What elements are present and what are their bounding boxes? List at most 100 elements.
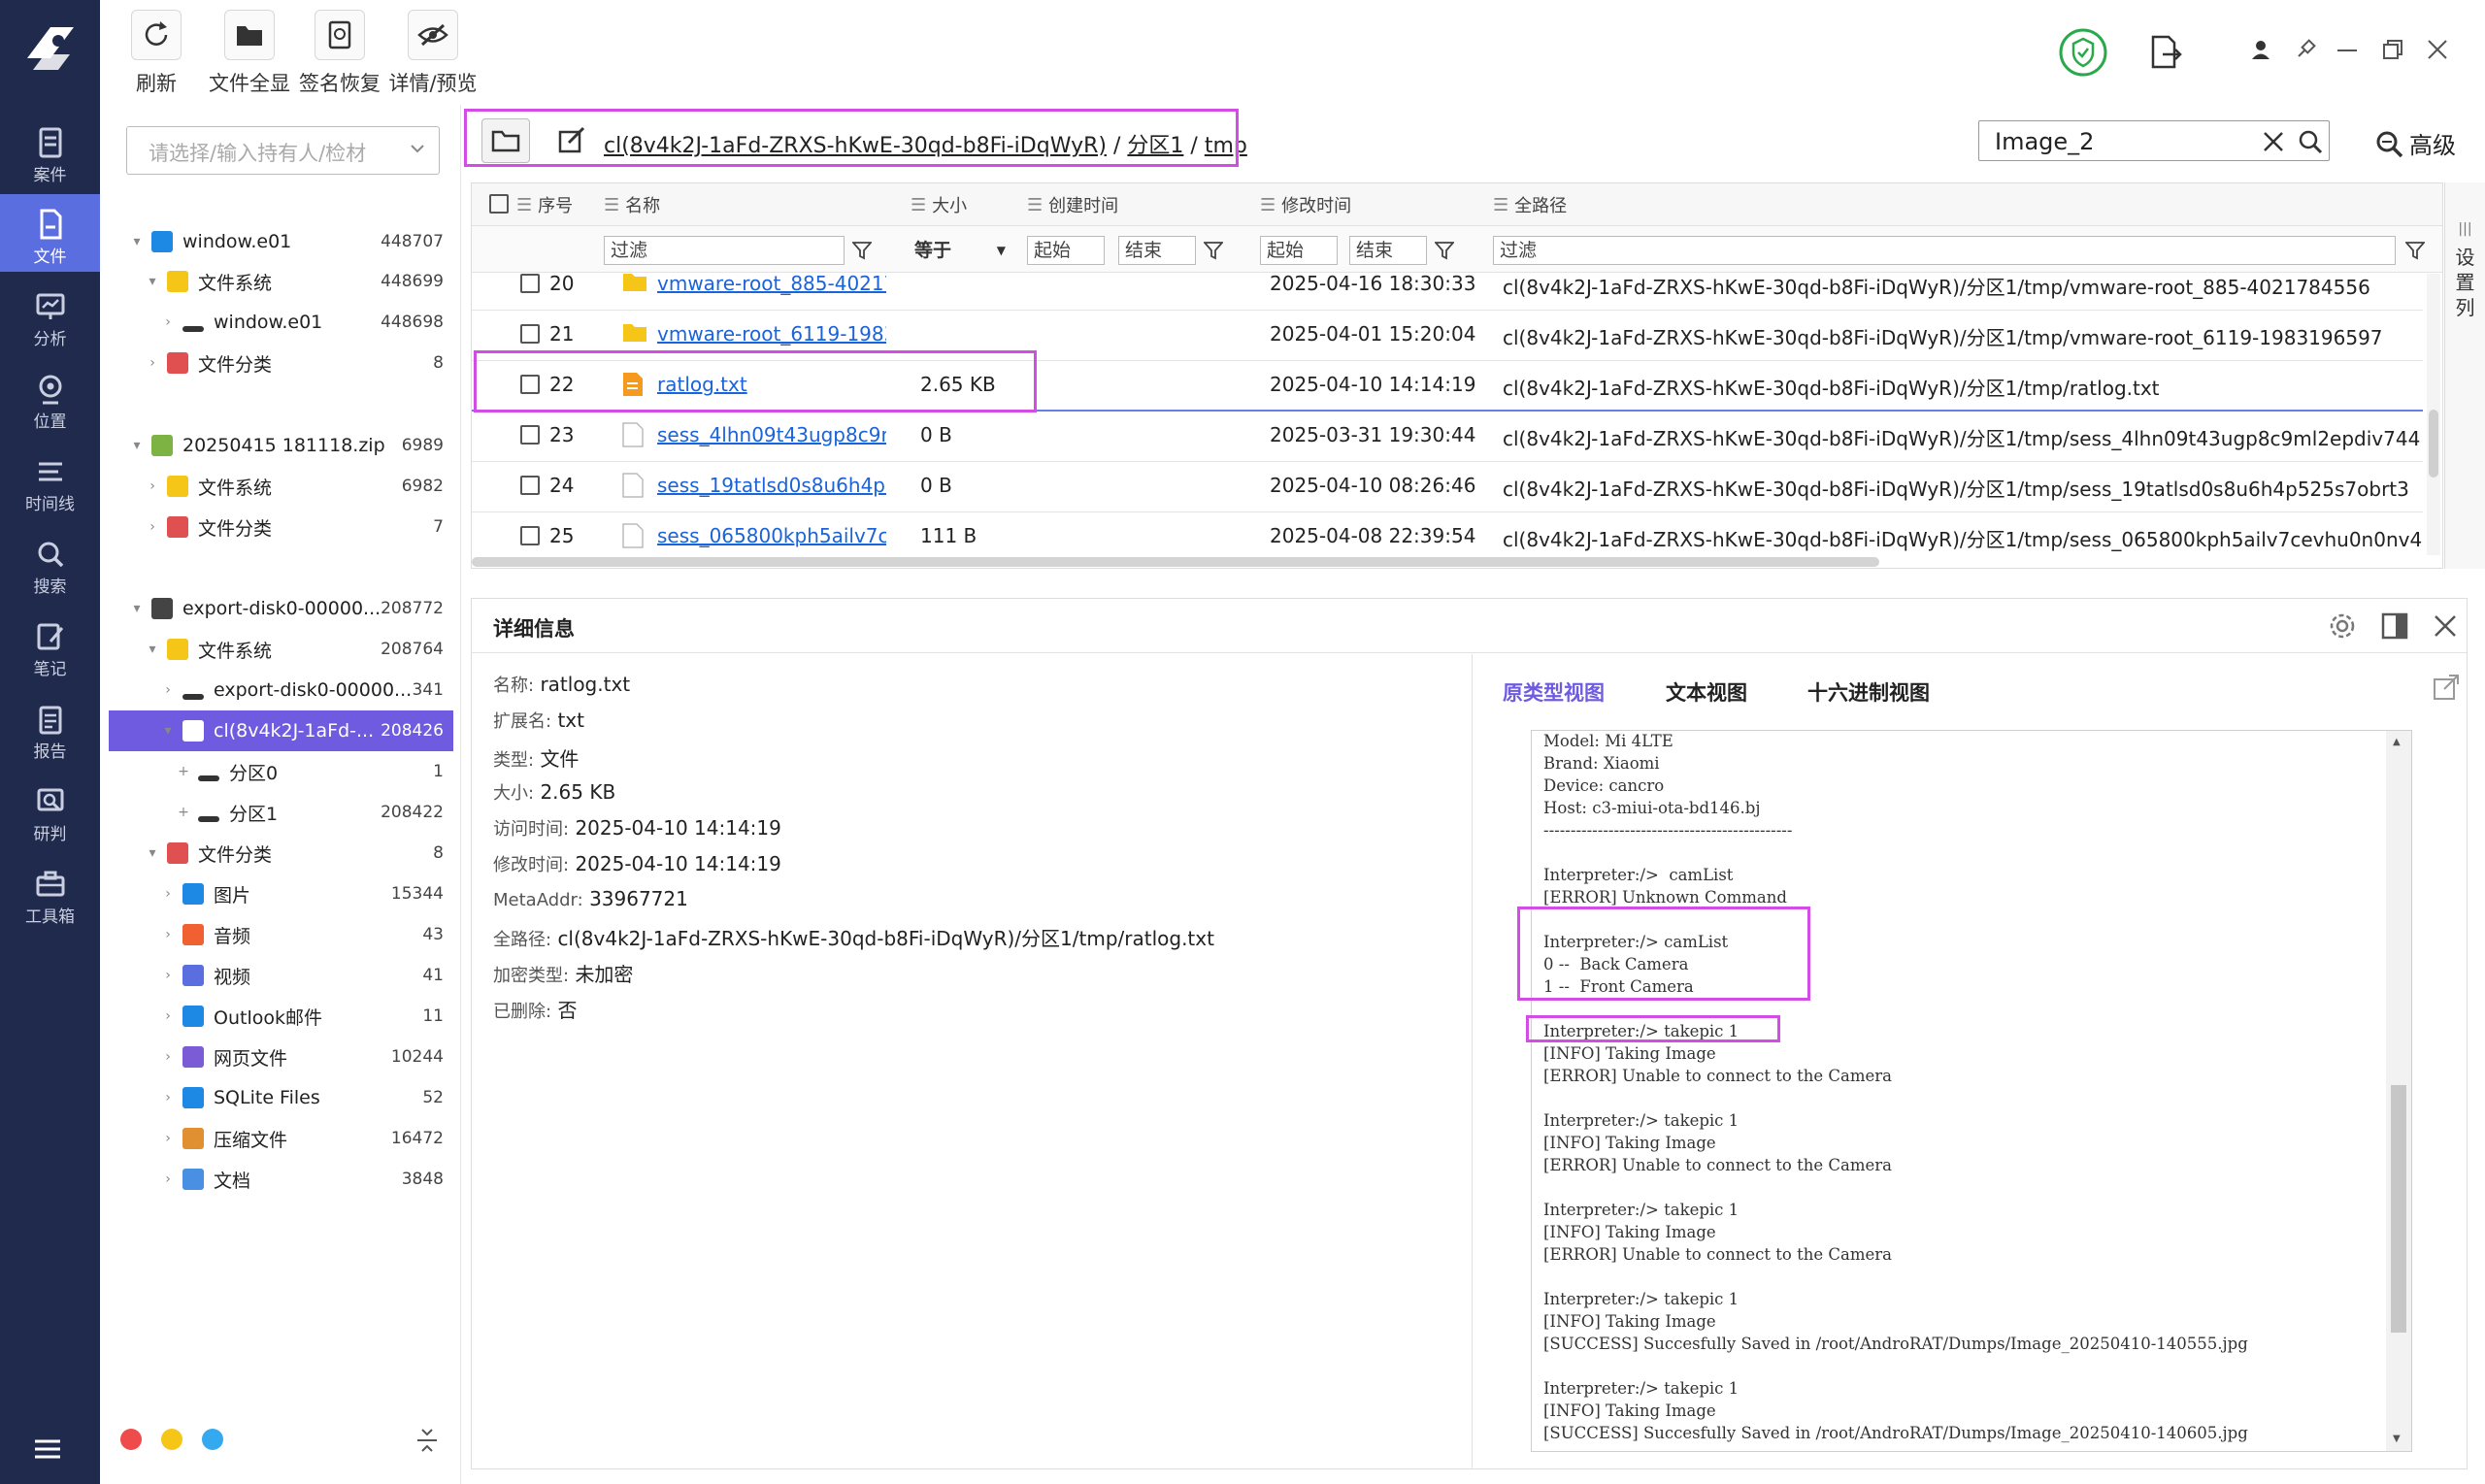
tree-item[interactable]: › 视频 41 bbox=[109, 955, 453, 996]
table-row[interactable]: 23 sess_4lhn09t43ugp8c9ml2e 0 B 2025-03-31 … bbox=[472, 410, 2423, 462]
tree-item[interactable]: + 分区0 1 bbox=[109, 751, 453, 792]
row-checkbox[interactable] bbox=[520, 476, 540, 495]
tree-item[interactable]: › 文件分类 8 bbox=[109, 343, 453, 383]
chevron-right-icon[interactable]: › bbox=[144, 519, 161, 535]
tree-item[interactable]: ▾ 文件系统 208764 bbox=[109, 629, 453, 670]
chevron-right-icon[interactable]: › bbox=[144, 478, 161, 494]
nav-report[interactable]: 报告 bbox=[0, 689, 100, 767]
table-hscrollbar[interactable] bbox=[472, 557, 1879, 567]
filter-icon[interactable] bbox=[1435, 241, 1454, 260]
chevron-down-icon[interactable]: ▾ bbox=[144, 642, 161, 657]
export-file-icon[interactable] bbox=[2149, 35, 2182, 70]
split-view-icon[interactable] bbox=[2380, 611, 2409, 641]
col-name[interactable]: ☰ 名称 bbox=[604, 184, 660, 225]
chevron-right-icon[interactable]: › bbox=[159, 682, 177, 698]
chevron-right-icon[interactable]: › bbox=[159, 1171, 177, 1187]
nav-toolbox[interactable]: 工具箱 bbox=[0, 854, 100, 932]
chevron-right-icon[interactable]: › bbox=[159, 1090, 177, 1105]
col-fullpath[interactable]: ☰ 全路径 bbox=[1493, 184, 1567, 225]
table-row[interactable]: 24 sess_19tatlsd0s8u6h4p525s 0 B 2025-04-10… bbox=[472, 460, 2423, 512]
nav-file[interactable]: 文件 bbox=[0, 194, 100, 272]
chevron-right-icon[interactable]: › bbox=[159, 1049, 177, 1065]
expand-plus-icon[interactable]: + bbox=[175, 805, 192, 820]
nav-case[interactable]: 案件 bbox=[0, 113, 100, 190]
log-scrollbar[interactable]: ▲ ▼ bbox=[2386, 731, 2411, 1451]
open-external-icon[interactable] bbox=[2433, 674, 2460, 701]
tab-hex-view[interactable]: 十六进制视图 bbox=[1807, 677, 1930, 707]
col-created[interactable]: ☰ 创建时间 bbox=[1027, 184, 1118, 225]
tree-item[interactable]: › export-disk0-00000... 341 bbox=[109, 670, 453, 710]
column-settings-tab[interactable]: ||| 设置列 bbox=[2444, 182, 2485, 569]
tree-item[interactable]: ▾ export-disk0-00000... 208772 bbox=[109, 588, 453, 629]
tree-item[interactable]: + 分区1 208422 bbox=[109, 792, 453, 833]
close-panel-icon[interactable] bbox=[2433, 613, 2458, 639]
tree-item[interactable]: › 网页文件 10244 bbox=[109, 1037, 453, 1077]
row-checkbox[interactable] bbox=[520, 526, 540, 545]
tree-item[interactable]: › 图片 15344 bbox=[109, 874, 453, 914]
nav-judge[interactable]: 研判 bbox=[0, 772, 100, 849]
tree-item[interactable]: › window.e01 448698 bbox=[109, 302, 453, 343]
nav-analysis[interactable]: 分析 bbox=[0, 277, 100, 354]
row-name-link[interactable]: vmware-root_6119-198319 bbox=[657, 322, 886, 346]
path-filter-input[interactable]: 过滤 bbox=[1493, 236, 2396, 265]
name-filter-input[interactable]: 过滤 bbox=[604, 236, 845, 265]
filter-icon[interactable] bbox=[2405, 241, 2425, 260]
advanced-search-button[interactable]: 高级 bbox=[2374, 126, 2456, 160]
nav-timeline[interactable]: 时间线 bbox=[0, 442, 100, 519]
clear-icon[interactable] bbox=[2263, 131, 2284, 152]
chevron-down-icon[interactable]: ▾ bbox=[144, 845, 161, 861]
chevron-down-icon[interactable]: ▾ bbox=[128, 601, 146, 616]
tree-item[interactable]: › Outlook邮件 11 bbox=[109, 996, 453, 1037]
tree-item[interactable]: › 文件分类 7 bbox=[109, 507, 453, 547]
tree-item[interactable]: ▾ cl(8v4k2J-1aFd-... 208426 bbox=[109, 710, 453, 751]
chevron-right-icon[interactable]: › bbox=[159, 886, 177, 902]
tree-item[interactable]: ▾ 20250415 181118.zip 6989 bbox=[109, 425, 453, 466]
row-checkbox[interactable] bbox=[520, 425, 540, 445]
chevron-down-icon[interactable]: ▾ bbox=[128, 234, 146, 249]
created-start-input[interactable]: 起始 bbox=[1027, 236, 1105, 265]
col-index[interactable]: ☰ 序号 bbox=[516, 184, 573, 225]
tab-original-view[interactable]: 原类型视图 bbox=[1503, 677, 1605, 707]
nav-location[interactable]: 位置 bbox=[0, 359, 100, 437]
tree-item[interactable]: ▾ 文件分类 8 bbox=[109, 833, 453, 874]
chevron-right-icon[interactable]: › bbox=[159, 927, 177, 942]
show-all-files-button[interactable]: 文件全显 bbox=[206, 10, 293, 97]
search-icon[interactable] bbox=[2298, 129, 2323, 154]
tree-item[interactable]: › 文档 3848 bbox=[109, 1159, 453, 1200]
table-row[interactable]: 25 sess_065800kph5ailv7cevhu 111 B 2025-04-… bbox=[472, 511, 2423, 555]
created-end-input[interactable]: 结束 bbox=[1118, 236, 1196, 265]
minimize-icon[interactable] bbox=[2337, 49, 2357, 52]
chevron-right-icon[interactable]: › bbox=[159, 1008, 177, 1024]
close-window-icon[interactable] bbox=[2427, 39, 2448, 60]
user-icon[interactable] bbox=[2250, 39, 2271, 60]
settings-gear-icon[interactable] bbox=[2328, 611, 2357, 641]
row-name-link[interactable]: sess_065800kph5ailv7cevhu bbox=[657, 524, 886, 547]
chevron-right-icon[interactable]: › bbox=[159, 314, 177, 330]
expand-plus-icon[interactable]: + bbox=[175, 764, 192, 779]
tree-item[interactable]: › SQLite Files 52 bbox=[109, 1077, 453, 1118]
chevron-right-icon[interactable]: › bbox=[144, 355, 161, 371]
table-row[interactable]: 20 vmware-root_885-4021784 2025-04-16 18:3… bbox=[472, 274, 2423, 311]
chevron-right-icon[interactable]: › bbox=[159, 1131, 177, 1146]
menu-icon[interactable] bbox=[33, 1438, 62, 1460]
chevron-right-icon[interactable]: › bbox=[159, 968, 177, 983]
tab-text-view[interactable]: 文本视图 bbox=[1666, 677, 1747, 707]
restore-icon[interactable] bbox=[2382, 39, 2403, 60]
modified-end-input[interactable]: 结束 bbox=[1349, 236, 1427, 265]
signature-restore-button[interactable]: 签名恢复 bbox=[296, 10, 383, 97]
row-name-link[interactable]: sess_4lhn09t43ugp8c9ml2e bbox=[657, 423, 886, 446]
filter-icon[interactable] bbox=[852, 241, 872, 260]
table-vscrollbar[interactable] bbox=[2427, 274, 2440, 555]
tree-item[interactable]: ▾ window.e01 448707 bbox=[109, 221, 453, 262]
size-operator-select[interactable]: 等于 ▼ bbox=[911, 236, 1010, 265]
row-checkbox[interactable] bbox=[520, 324, 540, 344]
tree-item[interactable]: ▾ 文件系统 448699 bbox=[109, 261, 453, 302]
nav-search[interactable]: 搜索 bbox=[0, 524, 100, 602]
nav-note[interactable]: 笔记 bbox=[0, 607, 100, 684]
chevron-down-icon[interactable]: ▾ bbox=[159, 723, 177, 739]
col-modified[interactable]: ☰ 修改时间 bbox=[1260, 184, 1351, 225]
tree-item[interactable]: › 音频 43 bbox=[109, 914, 453, 955]
holder-select[interactable]: 请选择/输入持有人/检材 bbox=[126, 126, 440, 175]
pin-icon[interactable] bbox=[2295, 39, 2316, 60]
row-name-link[interactable]: vmware-root_885-4021784 bbox=[657, 274, 886, 295]
